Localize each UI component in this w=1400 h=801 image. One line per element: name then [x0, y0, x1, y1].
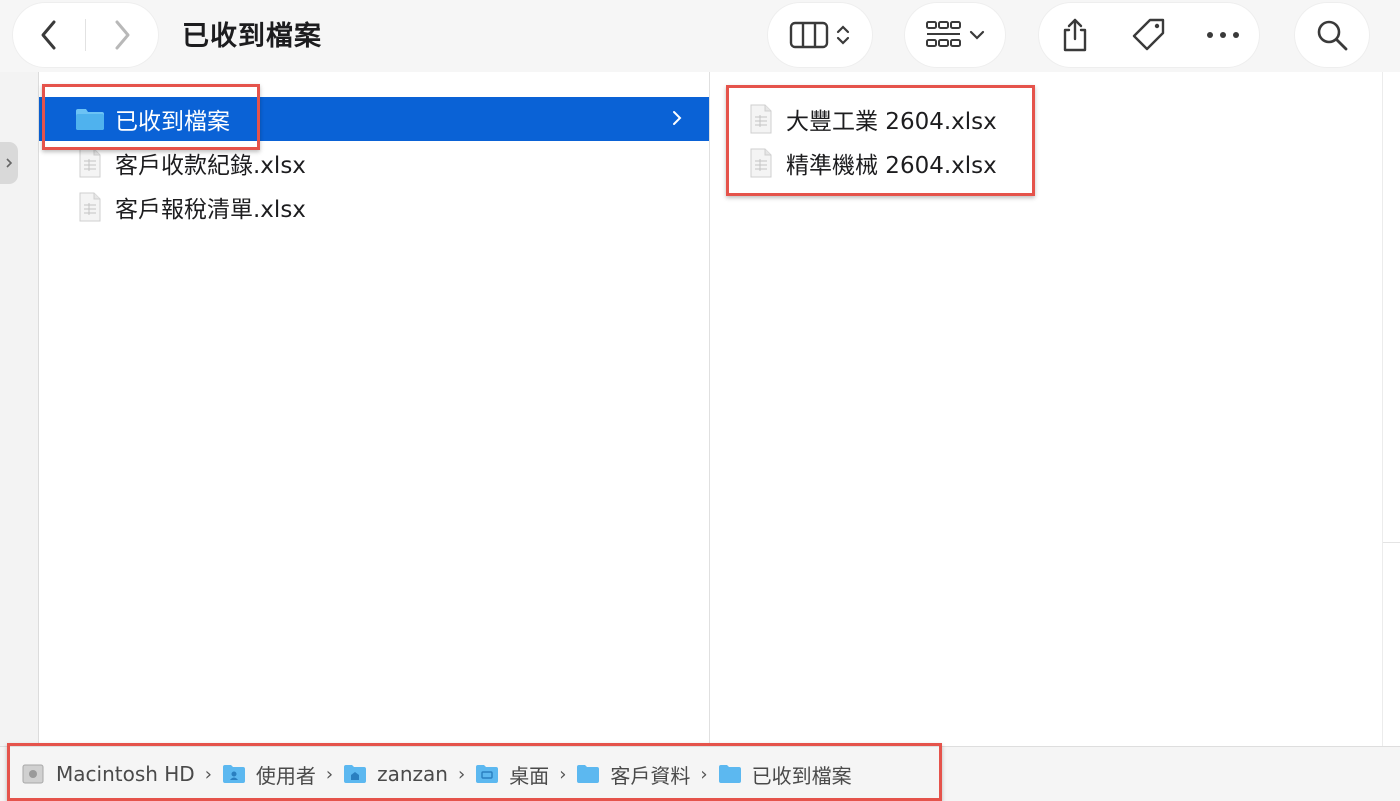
chevron-right-small-icon	[6, 158, 13, 168]
chevron-left-icon	[41, 20, 56, 50]
window-title: 已收到檔案	[182, 21, 322, 52]
scroll-gutter	[1382, 72, 1400, 746]
toolbar: 已收到檔案	[0, 0, 1400, 72]
users-folder-icon	[222, 763, 246, 785]
spreadsheet-file-icon	[75, 191, 105, 223]
path-item-label: 客戶資料	[610, 763, 691, 788]
search-icon	[1317, 20, 1348, 51]
search-button[interactable]	[1295, 3, 1369, 67]
path-item-desktop[interactable]: 桌面	[475, 760, 549, 789]
path-item-users[interactable]: 使用者	[222, 760, 316, 789]
path-item-label: 已收到檔案	[751, 763, 852, 788]
chevron-right-icon	[115, 20, 130, 50]
path-item-received-files[interactable]: 已收到檔案	[718, 760, 852, 789]
folder-icon	[576, 763, 600, 785]
chevron-down-icon	[969, 30, 985, 40]
path-item-label: Macintosh HD	[56, 762, 195, 786]
path-separator: ›	[700, 763, 708, 785]
path-item-disk[interactable]: Macintosh HD	[22, 762, 195, 786]
desktop-folder-icon	[475, 763, 499, 785]
list-item-folder[interactable]: 已收到檔案	[39, 97, 709, 141]
path-separator: ›	[325, 763, 334, 785]
group-grid-icon	[926, 21, 961, 47]
share-icon	[1063, 18, 1087, 52]
spreadsheet-file-icon	[75, 147, 105, 179]
up-down-chevron-icon	[836, 25, 850, 45]
tag-icon	[1132, 18, 1165, 51]
list-item-file[interactable]: 客戶收款紀錄.xlsx	[39, 141, 709, 185]
folder-icon	[718, 763, 742, 785]
browser-column-1: 已收到檔案 客戶收款紀錄.xlsx 客戶報稅清單.xlsx	[39, 72, 709, 746]
disk-icon	[22, 763, 46, 785]
spreadsheet-file-icon	[746, 103, 776, 135]
list-item-label: 客戶收款紀錄.xlsx	[115, 153, 306, 179]
list-item-label: 精準機械 2604.xlsx	[786, 153, 997, 179]
list-item-label: 已收到檔案	[115, 109, 230, 135]
list-item-file[interactable]: 精準機械 2604.xlsx	[710, 141, 1382, 185]
list-item-file[interactable]: 大豐工業 2604.xlsx	[710, 97, 1382, 141]
group-button[interactable]	[905, 3, 1005, 67]
sidebar-toggle-handle[interactable]	[0, 142, 18, 184]
path-item-label: zanzan	[377, 762, 448, 786]
path-item-label: 桌面	[509, 763, 550, 788]
navigation-group	[13, 3, 158, 67]
chevron-right-icon	[673, 111, 682, 125]
list-item-label: 客戶報稅清單.xlsx	[115, 197, 306, 223]
share-button[interactable]	[1051, 3, 1099, 67]
view-mode-button[interactable]	[768, 3, 872, 67]
more-icon	[1207, 32, 1239, 38]
column-view-icon	[789, 21, 829, 49]
path-separator: ›	[559, 763, 567, 785]
home-folder-icon	[343, 763, 367, 785]
tag-button[interactable]	[1125, 3, 1173, 67]
path-item-client-data[interactable]: 客戶資料	[576, 760, 690, 789]
more-button[interactable]	[1199, 3, 1247, 67]
path-bar: Macintosh HD › 使用者 › zanzan › 桌面 › 客戶資料 …	[0, 746, 1400, 801]
path-separator: ›	[457, 763, 466, 785]
browser-column-2: 大豐工業 2604.xlsx 精準機械 2604.xlsx	[710, 72, 1382, 746]
spreadsheet-file-icon	[746, 147, 776, 179]
path-separator: ›	[204, 763, 212, 785]
folder-icon	[75, 103, 105, 135]
path-item-label: 使用者	[255, 763, 316, 788]
forward-button[interactable]	[86, 3, 158, 67]
path-item-home[interactable]: zanzan	[343, 762, 448, 786]
list-item-file[interactable]: 客戶報稅清單.xlsx	[39, 185, 709, 229]
back-button[interactable]	[13, 3, 85, 67]
list-item-label: 大豐工業 2604.xlsx	[786, 109, 997, 135]
action-group	[1039, 3, 1259, 67]
